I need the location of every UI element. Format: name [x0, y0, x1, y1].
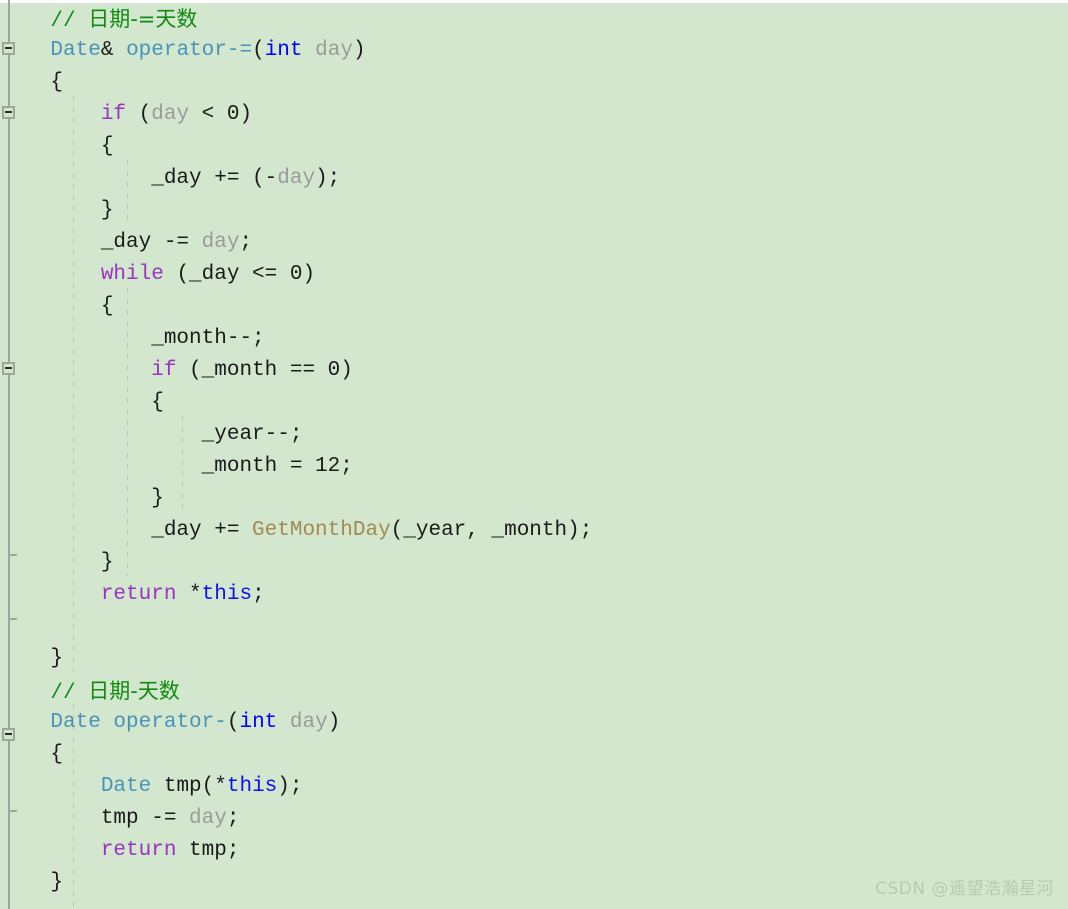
code-token: ( — [126, 103, 152, 126]
code-line-close-brace-3[interactable]: } — [0, 547, 1068, 579]
code-token: { — [0, 295, 114, 318]
code-token: while — [100, 263, 164, 286]
code-token: ( — [226, 711, 240, 734]
code-token: day — [201, 231, 240, 254]
code-editor-surface[interactable]: // 日期-=天数 Date& operator-=(int day) { if… — [0, 0, 1068, 909]
code-token: { — [0, 743, 64, 766]
code-line-operator-minus-signature[interactable]: Date operator-(int day) — [0, 707, 1068, 739]
code-token: ( — [252, 39, 265, 62]
code-line-month-assign-twelve[interactable]: _month = 12; — [0, 451, 1068, 483]
code-token: GetMonthDay — [252, 519, 391, 542]
code-line-open-brace-1[interactable]: { — [0, 67, 1068, 99]
code-token: { — [0, 391, 164, 414]
code-token: Date — [100, 775, 152, 798]
code-token: } — [0, 487, 164, 510]
code-line-open-brace-4[interactable]: { — [0, 387, 1068, 419]
code-token: ) — [352, 39, 366, 62]
code-token: { — [0, 71, 64, 94]
code-token: _month = 12; — [0, 455, 353, 478]
code-token: return — [100, 839, 177, 862]
code-token: ; — [252, 583, 265, 606]
code-line-close-brace-1[interactable]: } — [0, 195, 1068, 227]
code-token: (_month == 0) — [176, 359, 353, 382]
code-line-year-decrement[interactable]: _year--; — [0, 419, 1068, 451]
code-line-return-star-this[interactable]: return *this; — [0, 579, 1068, 611]
code-token: day — [189, 807, 227, 830]
code-line-if-month-equals-zero[interactable]: if (_month == 0) — [0, 355, 1068, 387]
code-token: & — [100, 39, 127, 62]
code-line-open-brace-3[interactable]: { — [0, 291, 1068, 323]
code-token: { — [0, 135, 114, 158]
code-line-day-plus-equals-negative-day[interactable]: _day += (-day); — [0, 163, 1068, 195]
code-line-if-day-less-than-zero[interactable]: if (day < 0) — [0, 99, 1068, 131]
code-line-open-brace-5[interactable]: { — [0, 739, 1068, 771]
code-line-day-plus-equals-getmonthday[interactable]: _day += GetMonthDay(_year, _month); — [0, 515, 1068, 547]
code-token: } — [0, 199, 114, 222]
code-token: < 0) — [189, 103, 253, 126]
code-token: // — [0, 10, 89, 33]
code-token: _day += (- — [0, 167, 278, 190]
code-token: _day -= — [0, 231, 202, 254]
code-token: _day += — [0, 519, 253, 542]
code-token: _month--; — [0, 327, 265, 350]
code-token: (_day <= 0) — [163, 263, 316, 286]
code-line-close-brace-2[interactable]: } — [0, 483, 1068, 515]
code-token: day — [277, 167, 316, 190]
code-line-open-brace-2[interactable]: { — [0, 131, 1068, 163]
code-token: Date operator- — [50, 711, 227, 734]
code-line-blank-1[interactable] — [0, 611, 1068, 643]
code-line-comment-date-minus-days[interactable]: // 日期-天数 — [0, 675, 1068, 707]
code-line-while-day-less-equal-zero[interactable]: while (_day <= 0) — [0, 259, 1068, 291]
code-token: int — [239, 711, 278, 734]
code-token: ; — [239, 231, 253, 254]
code-token: return — [100, 583, 177, 606]
code-token: ); — [315, 167, 341, 190]
code-token: this — [226, 775, 278, 798]
code-token: (_year, _month); — [390, 519, 593, 542]
code-token: operator-= — [126, 39, 253, 62]
code-line-month-decrement[interactable]: _month--; — [0, 323, 1068, 355]
code-token: Date — [50, 39, 101, 62]
code-token: day — [289, 711, 328, 734]
code-line-day-minus-equals-day[interactable]: _day -= day; — [0, 227, 1068, 259]
code-line-return-tmp[interactable]: return tmp; — [0, 835, 1068, 867]
code-token: } — [0, 871, 64, 894]
code-token: ); — [277, 775, 303, 798]
code-token: } — [0, 647, 64, 670]
code-line-close-brace-4[interactable]: } — [0, 643, 1068, 675]
code-token: tmp(* — [151, 775, 227, 798]
code-token: 日期-天数 — [88, 679, 180, 703]
code-token: tmp -= — [0, 807, 190, 830]
code-token: if — [100, 103, 127, 126]
code-token: day — [151, 103, 190, 126]
code-token: ) — [327, 711, 341, 734]
code-token: _year--; — [0, 423, 303, 446]
code-text-area[interactable]: // 日期-=天数 Date& operator-=(int day) { if… — [0, 0, 1068, 909]
code-line-date-tmp-copy-construct[interactable]: Date tmp(*this); — [0, 771, 1068, 803]
code-token: int — [264, 39, 303, 62]
csdn-watermark: CSDN @遥望浩瀚星河 — [875, 879, 1054, 899]
code-token: day — [315, 39, 353, 62]
code-token: ; — [226, 807, 240, 830]
code-token: 日期-=天数 — [88, 7, 198, 31]
code-token: this — [201, 583, 253, 606]
code-line-comment-date-minus-equals-days[interactable]: // 日期-=天数 — [0, 3, 1068, 35]
code-token: if — [151, 359, 177, 382]
code-token: * — [176, 583, 202, 606]
code-token: // — [0, 682, 89, 705]
code-token: tmp; — [176, 839, 240, 862]
code-token: } — [0, 551, 114, 574]
code-line-operator-minus-equals-signature[interactable]: Date& operator-=(int day) — [0, 35, 1068, 67]
code-line-tmp-minus-equals-day[interactable]: tmp -= day; — [0, 803, 1068, 835]
